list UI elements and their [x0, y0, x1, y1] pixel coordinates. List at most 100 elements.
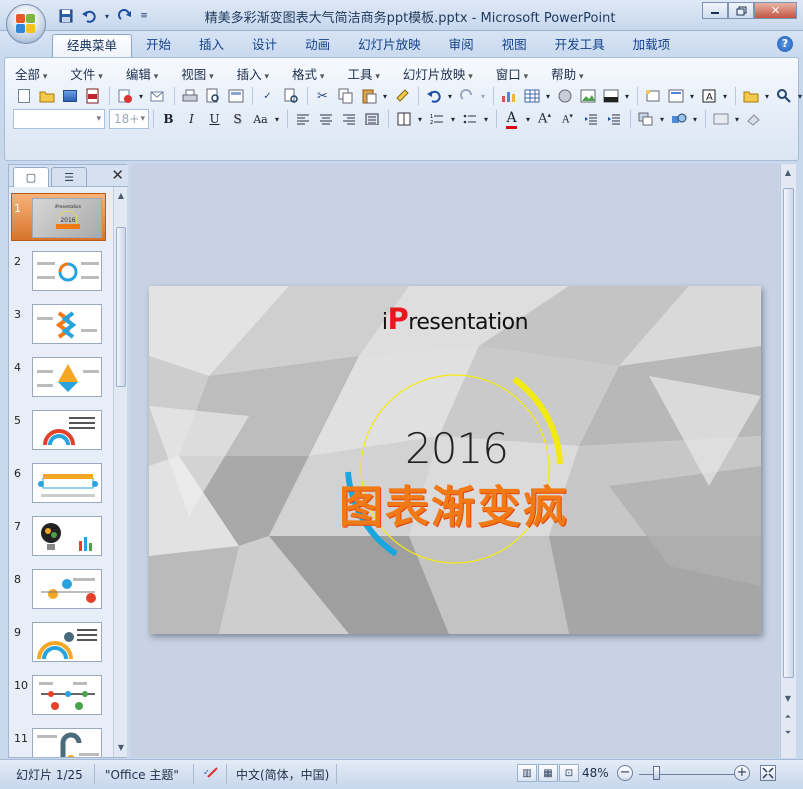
- color-fill-dropdown-icon[interactable]: ▾: [623, 86, 631, 106]
- redo-icon[interactable]: [115, 7, 135, 25]
- slide-layout-icon[interactable]: [665, 86, 686, 106]
- increase-indent-icon[interactable]: [603, 109, 624, 129]
- bold-button[interactable]: B: [158, 109, 179, 129]
- print-preview-icon[interactable]: [202, 86, 223, 106]
- save-toolbar-icon[interactable]: [59, 86, 80, 106]
- font-color-button[interactable]: A: [501, 109, 522, 129]
- theme-name[interactable]: "Office 主题": [105, 766, 179, 783]
- font-color-dropdown-icon[interactable]: ▾: [524, 109, 532, 129]
- scroll-thumb[interactable]: [783, 188, 794, 678]
- slide-thumbnail-8[interactable]: 8: [9, 567, 113, 620]
- tab-home[interactable]: 开始: [132, 34, 185, 57]
- menu-tools[interactable]: 工具: [347, 64, 379, 83]
- save-icon[interactable]: [56, 7, 76, 25]
- language-indicator[interactable]: 中文(简体，中国): [236, 766, 329, 783]
- help-icon[interactable]: ?: [777, 36, 793, 52]
- numbering-icon[interactable]: 12: [426, 109, 447, 129]
- table-dropdown-icon[interactable]: ▾: [544, 86, 552, 106]
- tab-insert[interactable]: 插入: [185, 34, 238, 57]
- tab-slides[interactable]: ▢: [13, 167, 49, 187]
- permission-dropdown-icon[interactable]: ▾: [137, 86, 145, 106]
- redo-toolbar-dropdown-icon[interactable]: ▾: [479, 86, 487, 106]
- table-icon[interactable]: [521, 86, 542, 106]
- fit-to-window-icon[interactable]: [760, 765, 776, 781]
- slideshow-button[interactable]: ⊡: [559, 764, 579, 782]
- columns-icon[interactable]: [393, 109, 414, 129]
- slide-thumbnail-7[interactable]: 7: [9, 514, 113, 567]
- close-button[interactable]: ✕: [754, 2, 797, 19]
- shrink-font-icon[interactable]: A▾: [557, 109, 578, 129]
- paste-icon[interactable]: [358, 86, 379, 106]
- next-slide-icon[interactable]: ⏷: [782, 726, 794, 740]
- slide-thumbnail-3[interactable]: 3: [9, 302, 113, 355]
- current-slide[interactable]: iPresentation 2016 图表渐变疯: [149, 286, 761, 634]
- undo-toolbar-icon[interactable]: [423, 86, 444, 106]
- underline-button[interactable]: U: [204, 109, 225, 129]
- slides-pane-scrollbar[interactable]: ▲ ▼: [113, 187, 127, 757]
- menu-all[interactable]: 全部: [15, 64, 47, 83]
- slide-sorter-button[interactable]: ▦: [538, 764, 558, 782]
- normal-view-button[interactable]: ▥: [517, 764, 537, 782]
- zoom-slider-knob[interactable]: [653, 766, 660, 780]
- change-case-dropdown-icon[interactable]: ▾: [273, 109, 281, 129]
- slide-thumbnail-1[interactable]: 1 2016 iPresentation: [9, 193, 113, 249]
- numbering-dropdown-icon[interactable]: ▾: [449, 109, 457, 129]
- copy-icon[interactable]: [335, 86, 356, 106]
- align-right-icon[interactable]: [338, 109, 359, 129]
- redo-toolbar-icon[interactable]: [456, 86, 477, 106]
- spelling-icon[interactable]: ✓: [257, 86, 278, 106]
- tab-review[interactable]: 审阅: [435, 34, 488, 57]
- shapes-icon[interactable]: [668, 109, 689, 129]
- picture-icon[interactable]: [577, 86, 598, 106]
- minimize-button[interactable]: [702, 2, 728, 19]
- slide-thumbnail-10[interactable]: 10: [9, 673, 113, 726]
- new-icon[interactable]: [13, 86, 34, 106]
- previous-slide-icon[interactable]: ⏶: [782, 710, 794, 724]
- undo-icon[interactable]: [79, 7, 99, 25]
- menu-slideshow[interactable]: 幻灯片放映: [403, 64, 473, 83]
- textbox-icon[interactable]: A: [698, 86, 719, 106]
- tab-slideshow[interactable]: 幻灯片放映: [344, 34, 435, 57]
- slide-thumbnail-2[interactable]: 2: [9, 249, 113, 302]
- shapes-dropdown-icon[interactable]: ▾: [691, 109, 699, 129]
- scroll-up-icon[interactable]: ▲: [782, 166, 794, 180]
- align-center-icon[interactable]: [315, 109, 336, 129]
- menu-view[interactable]: 视图: [181, 64, 213, 83]
- font-name-select[interactable]: [13, 109, 105, 129]
- new-slide-icon[interactable]: [642, 86, 663, 106]
- scroll-up-icon[interactable]: ▲: [115, 189, 127, 203]
- arrange-icon[interactable]: [635, 109, 656, 129]
- scroll-thumb[interactable]: [116, 227, 126, 387]
- slide-thumbnail-4[interactable]: 4: [9, 355, 113, 408]
- slide-thumbnail-5[interactable]: 5: [9, 408, 113, 461]
- scroll-down-icon[interactable]: ▼: [115, 741, 127, 755]
- undo-dropdown-icon[interactable]: ▾: [102, 7, 112, 25]
- menu-edit[interactable]: 编辑: [126, 64, 158, 83]
- decrease-indent-icon[interactable]: [580, 109, 601, 129]
- tab-outline[interactable]: ☰: [51, 167, 87, 187]
- arrange-dropdown-icon[interactable]: ▾: [658, 109, 666, 129]
- format-painter-icon[interactable]: [391, 86, 412, 106]
- grow-font-icon[interactable]: A▴: [534, 109, 555, 129]
- send-icon[interactable]: [147, 86, 168, 106]
- folder-icon[interactable]: [740, 86, 761, 106]
- textbox-dropdown-icon[interactable]: ▾: [721, 86, 729, 106]
- shape-style-icon[interactable]: [710, 109, 731, 129]
- scroll-down-icon[interactable]: ▼: [782, 692, 794, 706]
- cut-icon[interactable]: ✂: [312, 86, 333, 106]
- zoom-in-button[interactable]: +: [734, 765, 750, 781]
- menu-help[interactable]: 帮助: [551, 64, 583, 83]
- align-left-icon[interactable]: [292, 109, 313, 129]
- restore-button[interactable]: [728, 2, 754, 19]
- spell-check-icon[interactable]: ✓: [202, 765, 220, 784]
- research-icon[interactable]: [280, 86, 301, 106]
- office-button[interactable]: [6, 4, 46, 44]
- tab-design[interactable]: 设计: [238, 34, 291, 57]
- menu-file[interactable]: 文件: [70, 64, 102, 83]
- slide-thumbnail-6[interactable]: 6: [9, 461, 113, 514]
- zoom-level[interactable]: 48%: [582, 766, 609, 780]
- clipart-icon[interactable]: [554, 86, 575, 106]
- menu-format[interactable]: 格式: [292, 64, 324, 83]
- tab-view[interactable]: 视图: [488, 34, 541, 57]
- slide-thumbnail-11[interactable]: 11: [9, 726, 113, 757]
